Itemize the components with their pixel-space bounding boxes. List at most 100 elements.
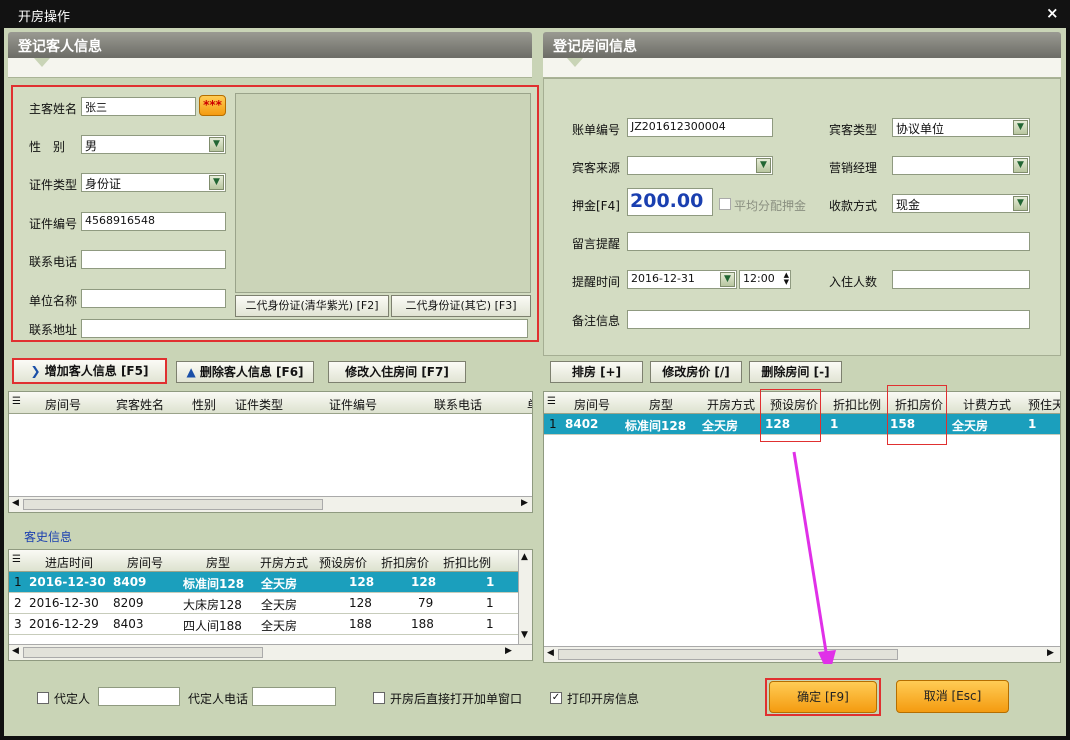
chevron-down-icon: ▼ xyxy=(1013,120,1028,135)
agent-label: 代定人 xyxy=(54,692,91,706)
cell-room: 8409 xyxy=(113,575,147,589)
delete-room-button[interactable]: 删除房间 [-] xyxy=(749,361,842,383)
guest-tabstrip xyxy=(8,58,532,78)
col-header[interactable]: 计费方式 xyxy=(963,396,1011,413)
avg-deposit-checkbox[interactable] xyxy=(719,198,731,210)
add-guest-button[interactable]: ❯ 增加客人信息 [F5] xyxy=(12,358,167,384)
agent-checkbox[interactable] xyxy=(37,692,49,704)
window-title: 开房操作 xyxy=(18,10,71,25)
deposit-input[interactable]: 200.00 xyxy=(627,188,713,216)
cell-preset: 188 xyxy=(349,617,372,631)
add-guest-label: 增加客人信息 [F5] xyxy=(44,364,149,378)
id-no-label: 证件编号 xyxy=(29,217,78,231)
id-photo-area xyxy=(235,93,531,293)
more-button[interactable]: *** xyxy=(199,95,226,116)
id-reader-1-button[interactable]: 二代身份证(清华紫光) [F2] xyxy=(235,295,389,317)
modify-price-button[interactable]: 修改房价 [/] xyxy=(650,361,742,383)
col-header[interactable]: 折扣比例 xyxy=(443,554,491,571)
chevron-down-icon: ▼ xyxy=(756,158,771,173)
col-header[interactable]: 证件类型 xyxy=(235,396,283,413)
remind-date-select[interactable]: 2016-12-31 ▼ xyxy=(627,270,737,289)
row-menu-icon[interactable]: ☰ xyxy=(12,396,21,407)
cell-type: 四人间188 xyxy=(183,619,242,633)
preset-price-highlight xyxy=(760,389,821,442)
cell-preset: 128 xyxy=(349,596,372,610)
col-header[interactable]: 房间号 xyxy=(574,396,610,413)
col-header[interactable]: 开房方式 xyxy=(707,396,755,413)
col-header[interactable]: 性别 xyxy=(192,396,216,413)
scroll-right-icon[interactable]: ▶ xyxy=(521,498,528,508)
col-header[interactable]: 预设房价 xyxy=(319,554,367,571)
id-no-input[interactable]: 4568916548 xyxy=(81,212,226,231)
col-header[interactable]: 宾客姓名 xyxy=(116,396,164,413)
row-number: 3 xyxy=(14,617,22,631)
col-header[interactable]: 折扣房价 xyxy=(381,554,429,571)
scroll-left-icon[interactable]: ◀ xyxy=(547,648,554,658)
bill-no-input[interactable]: JZ201612300004 xyxy=(627,118,773,137)
address-input[interactable] xyxy=(81,319,528,338)
phone-input[interactable] xyxy=(81,250,226,269)
col-header[interactable]: 预住天 xyxy=(1028,396,1060,413)
col-header[interactable]: 房型 xyxy=(649,396,673,413)
id-reader-2-button[interactable]: 二代身份证(其它) [F3] xyxy=(391,295,531,317)
col-header[interactable]: 联系电话 xyxy=(434,396,482,413)
col-header[interactable]: 开房方式 xyxy=(260,554,308,571)
cell-date: 2016-12-29 xyxy=(29,617,99,631)
col-header[interactable]: 房型 xyxy=(206,554,230,571)
scroll-thumb[interactable] xyxy=(23,647,263,658)
scroll-right-icon[interactable]: ▶ xyxy=(1047,648,1054,658)
sales-select[interactable]: ▼ xyxy=(892,156,1030,175)
col-header[interactable]: 单 xyxy=(527,396,532,413)
col-header[interactable]: 房间号 xyxy=(127,554,163,571)
chevron-down-icon: ▼ xyxy=(1013,196,1028,211)
gender-label: 性 别 xyxy=(29,140,66,154)
col-header[interactable]: 进店时间 xyxy=(45,554,93,571)
pay-select[interactable]: 现金 ▼ xyxy=(892,194,1030,213)
history-vscroll[interactable]: ▲ ▼ xyxy=(518,550,532,644)
message-input[interactable] xyxy=(627,232,1030,251)
table-row[interactable]: 1 2016-12-30 8409 标准间128 全天房 128 128 1 xyxy=(9,572,532,593)
table-row[interactable]: 2 2016-12-30 8209 大床房128 全天房 128 79 1 xyxy=(9,593,532,614)
open-bill-checkbox[interactable] xyxy=(373,692,385,704)
table-row[interactable]: 3 2016-12-29 8403 四人间188 全天房 188 188 1 xyxy=(9,614,532,635)
pay-value: 现金 xyxy=(896,198,921,212)
cell-room: 8209 xyxy=(113,596,144,610)
source-select[interactable]: ▼ xyxy=(627,156,773,175)
scroll-up-icon[interactable]: ▲ xyxy=(521,552,528,562)
row-number: 1 xyxy=(549,417,557,431)
remind-hour-input[interactable]: 12:00 ▲ ▼ xyxy=(739,270,791,289)
arrange-room-button[interactable]: 排房 [+] xyxy=(550,361,643,383)
agent-input[interactable] xyxy=(98,687,180,706)
col-header[interactable]: 房间号 xyxy=(45,396,81,413)
count-input[interactable] xyxy=(892,270,1030,289)
spinner-icon[interactable]: ▲ ▼ xyxy=(784,272,789,286)
name-input[interactable]: 张三 xyxy=(81,97,196,116)
scroll-thumb[interactable] xyxy=(23,499,323,510)
cancel-button[interactable]: 取消 [Esc] xyxy=(896,680,1009,713)
room-section-title: 登记房间信息 xyxy=(543,32,1061,58)
cell-room: 8402 xyxy=(565,417,599,431)
print-checkbox[interactable]: ✓ xyxy=(550,692,562,704)
delete-guest-button[interactable]: ▲ 删除客人信息 [F6] xyxy=(176,361,314,383)
close-icon[interactable]: × xyxy=(1046,4,1059,22)
history-hscroll[interactable]: ◀ ▶ xyxy=(9,644,532,660)
scroll-down-icon[interactable]: ▼ xyxy=(521,630,528,640)
col-header[interactable]: 折扣比例 xyxy=(833,396,881,413)
guest-type-select[interactable]: 协议单位 ▼ xyxy=(892,118,1030,137)
gender-select[interactable]: 男 ▼ xyxy=(81,135,226,154)
id-type-select[interactable]: 身份证 ▼ xyxy=(81,173,226,192)
company-input[interactable] xyxy=(81,289,226,308)
row-menu-icon[interactable]: ☰ xyxy=(547,396,556,407)
remark-input[interactable] xyxy=(627,310,1030,329)
cell-days: 1 xyxy=(1028,417,1037,431)
modify-room-button[interactable]: 修改入住房间 [F7] xyxy=(328,361,466,383)
confirm-button[interactable]: 确定 [F9] xyxy=(769,681,877,713)
scroll-left-icon[interactable]: ◀ xyxy=(12,646,19,656)
cell-preset: 128 xyxy=(349,575,375,589)
col-header[interactable]: 证件编号 xyxy=(329,396,377,413)
scroll-left-icon[interactable]: ◀ xyxy=(12,498,19,508)
row-menu-icon[interactable]: ☰ xyxy=(12,554,21,565)
scroll-right-icon[interactable]: ▶ xyxy=(505,646,512,656)
guest-table-scrollbar[interactable]: ◀ ▶ xyxy=(9,496,532,512)
agent-phone-input[interactable] xyxy=(252,687,336,706)
